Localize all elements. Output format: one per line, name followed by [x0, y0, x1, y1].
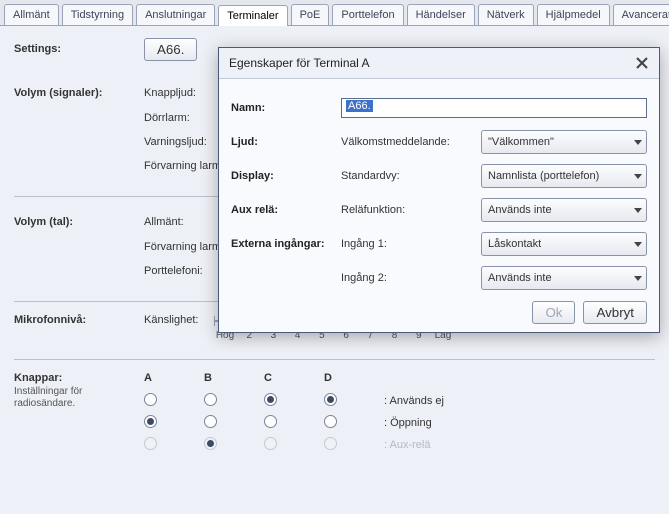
- name-label: Namn:: [231, 102, 341, 114]
- radio-b-2: [204, 437, 217, 450]
- chevron-down-icon: [634, 276, 642, 281]
- tab-bar: AllmäntTidstyrningAnslutningarTerminaler…: [0, 0, 669, 26]
- tab-hjälpmedel[interactable]: Hjälpmedel: [537, 4, 610, 25]
- welcome-message-label: Välkomstmeddelande:: [341, 136, 481, 148]
- tab-poe[interactable]: PoE: [291, 4, 330, 25]
- chevron-down-icon: [634, 208, 642, 213]
- terminal-properties-dialog: Egenskaper för Terminal A Namn: A66. Lju…: [218, 47, 660, 333]
- settings-heading: Settings:: [14, 43, 144, 55]
- volume-signals-heading: Volym (signaler):: [14, 87, 144, 99]
- dialog-title: Egenskaper för Terminal A: [229, 56, 370, 70]
- radio-b-0[interactable]: [204, 393, 217, 406]
- name-input[interactable]: A66.: [341, 98, 647, 118]
- tab-tidstyrning[interactable]: Tidstyrning: [62, 4, 133, 25]
- default-view-label: Standardvy:: [341, 170, 481, 182]
- radio-c-1[interactable]: [264, 415, 277, 428]
- radio-c-2: [264, 437, 277, 450]
- tab-avancerat[interactable]: Avancerat: [613, 4, 669, 25]
- radio-row-label: : Öppning: [384, 417, 432, 429]
- chevron-down-icon: [634, 140, 642, 145]
- input1-label: Ingång 1:: [341, 238, 481, 250]
- radio-c-0[interactable]: [264, 393, 277, 406]
- radio-d-0[interactable]: [324, 393, 337, 406]
- radio-row: : Används ej: [144, 390, 655, 412]
- input2-label: Ingång 2:: [341, 272, 481, 284]
- relay-function-select[interactable]: Används inte: [481, 198, 647, 222]
- buttons-heading: Knappar:: [14, 372, 144, 384]
- radio-a-0[interactable]: [144, 393, 157, 406]
- radio-row-label: : Aux-relä: [384, 439, 430, 451]
- mic-heading: Mikrofonnivå:: [14, 314, 144, 326]
- radio-a-2: [144, 437, 157, 450]
- volume-speech-heading: Volym (tal):: [14, 216, 144, 228]
- tab-händelser[interactable]: Händelser: [407, 4, 475, 25]
- tab-nätverk[interactable]: Nätverk: [478, 4, 534, 25]
- radio-a-1[interactable]: [144, 415, 157, 428]
- chevron-down-icon: [634, 242, 642, 247]
- input1-select[interactable]: Låskontakt: [481, 232, 647, 256]
- radio-row: : Aux-relä: [144, 434, 655, 456]
- radio-d-1[interactable]: [324, 415, 337, 428]
- buttons-note: Inställningar för radiosändare.: [14, 386, 144, 410]
- tab-anslutningar[interactable]: Anslutningar: [136, 4, 215, 25]
- relay-function-label: Reläfunktion:: [341, 204, 481, 216]
- radio-row: : Öppning: [144, 412, 655, 434]
- tab-allmänt[interactable]: Allmänt: [4, 4, 59, 25]
- sound-label: Ljud:: [231, 136, 341, 148]
- input2-select[interactable]: Används inte: [481, 266, 647, 290]
- aux-relay-label: Aux relä:: [231, 204, 341, 216]
- chevron-down-icon: [634, 174, 642, 179]
- radio-row-label: : Används ej: [384, 395, 444, 407]
- cancel-button[interactable]: Avbryt: [583, 301, 647, 324]
- mic-sensitivity-label: Känslighet:: [144, 314, 214, 326]
- tab-terminaler[interactable]: Terminaler: [218, 5, 287, 26]
- radio-b-1[interactable]: [204, 415, 217, 428]
- display-label: Display:: [231, 170, 341, 182]
- radio-d-2: [324, 437, 337, 450]
- ok-button[interactable]: Ok: [532, 301, 575, 324]
- default-view-select[interactable]: Namnlista (porttelefon): [481, 164, 647, 188]
- close-icon[interactable]: [633, 54, 651, 72]
- external-inputs-label: Externa ingångar:: [231, 238, 341, 250]
- active-terminal-button[interactable]: A66.: [144, 38, 197, 61]
- radio-column-headers: ABCD: [144, 372, 655, 384]
- tab-porttelefon[interactable]: Porttelefon: [332, 4, 403, 25]
- welcome-message-select[interactable]: "Välkommen": [481, 130, 647, 154]
